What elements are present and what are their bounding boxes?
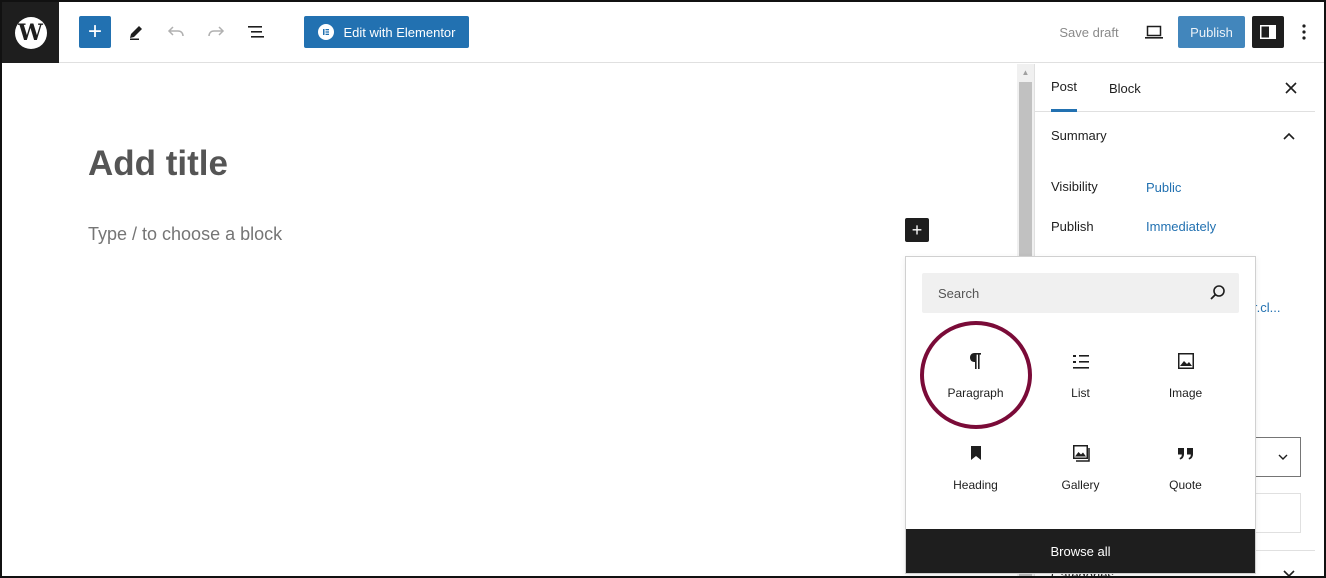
inserter-search-input[interactable] bbox=[922, 273, 1202, 313]
settings-panel-icon bbox=[1260, 25, 1276, 39]
summary-toggle-button[interactable] bbox=[1279, 126, 1299, 146]
block-image[interactable]: Image bbox=[1133, 337, 1238, 417]
quick-inserter-popover: Paragraph List Image bbox=[905, 256, 1256, 574]
edit-with-elementor-label: Edit with Elementor bbox=[343, 24, 456, 40]
block-quote[interactable]: Quote bbox=[1133, 429, 1238, 509]
block-label: Heading bbox=[953, 478, 998, 492]
tab-post[interactable]: Post bbox=[1051, 64, 1078, 112]
undo-button[interactable] bbox=[160, 16, 192, 48]
preview-button[interactable] bbox=[1138, 16, 1170, 48]
edit-with-elementor-button[interactable]: Edit with Elementor bbox=[304, 16, 469, 48]
tools-button[interactable] bbox=[120, 16, 152, 48]
inline-add-block-button[interactable]: + bbox=[905, 218, 929, 242]
list-icon bbox=[1069, 349, 1093, 373]
chevron-up-icon bbox=[1283, 132, 1295, 140]
more-options-button[interactable] bbox=[1292, 16, 1316, 48]
search-icon bbox=[1210, 285, 1225, 300]
quote-icon bbox=[1174, 441, 1198, 465]
block-placeholder[interactable]: Type / to choose a block bbox=[88, 224, 282, 245]
block-label: List bbox=[1071, 386, 1090, 400]
paragraph-icon bbox=[964, 349, 988, 373]
tab-block[interactable]: Block bbox=[1109, 64, 1141, 112]
wordpress-logo-icon: W bbox=[14, 16, 47, 49]
publish-label: Publish bbox=[1051, 219, 1094, 234]
browse-all-button[interactable]: Browse all bbox=[906, 529, 1255, 573]
block-heading[interactable]: Heading bbox=[923, 429, 1028, 509]
visibility-value-link[interactable]: Public bbox=[1146, 180, 1181, 195]
list-view-icon bbox=[248, 26, 264, 38]
list-view-button[interactable] bbox=[240, 16, 272, 48]
add-block-button[interactable]: + bbox=[79, 16, 111, 48]
block-label: Gallery bbox=[1061, 478, 1100, 492]
top-toolbar: W + Edit with Elementor Save draft Publi… bbox=[2, 2, 1324, 63]
more-vertical-icon bbox=[1302, 24, 1306, 40]
save-draft-button[interactable]: Save draft bbox=[1054, 16, 1124, 48]
summary-panel-title[interactable]: Summary bbox=[1051, 128, 1107, 143]
block-label: Paragraph bbox=[947, 386, 1004, 400]
block-label: Quote bbox=[1169, 478, 1202, 492]
editor-window: W + Edit with Elementor Save draft Publi… bbox=[0, 0, 1326, 578]
scroll-up-arrow-icon[interactable]: ▲ bbox=[1017, 64, 1034, 81]
block-list[interactable]: List bbox=[1028, 337, 1133, 417]
block-label: Image bbox=[1168, 386, 1203, 400]
block-gallery[interactable]: Gallery bbox=[1028, 429, 1133, 509]
settings-toggle-button[interactable] bbox=[1252, 16, 1284, 48]
undo-icon bbox=[167, 26, 184, 37]
post-url-link[interactable]: r.cl... bbox=[1253, 300, 1280, 315]
wordpress-logo-button[interactable]: W bbox=[2, 2, 59, 63]
post-title-field[interactable]: Add title bbox=[88, 144, 228, 184]
chevron-down-icon bbox=[1283, 570, 1295, 576]
elementor-icon bbox=[317, 24, 334, 40]
laptop-preview-icon bbox=[1145, 25, 1163, 39]
chevron-down-icon bbox=[1278, 454, 1288, 460]
categories-toggle-button[interactable] bbox=[1279, 564, 1299, 576]
image-icon bbox=[1174, 349, 1198, 373]
redo-button[interactable] bbox=[200, 16, 232, 48]
redo-icon bbox=[208, 26, 225, 37]
publish-button[interactable]: Publish bbox=[1178, 16, 1245, 48]
block-paragraph[interactable]: Paragraph bbox=[923, 337, 1028, 417]
sidebar-tabs: Post Block bbox=[1035, 64, 1315, 112]
gallery-icon bbox=[1069, 441, 1093, 465]
inserter-search bbox=[922, 273, 1239, 313]
close-sidebar-button[interactable] bbox=[1279, 76, 1303, 100]
close-icon bbox=[1285, 82, 1297, 94]
pencil-icon bbox=[130, 26, 142, 40]
publish-date-link[interactable]: Immediately bbox=[1146, 219, 1216, 234]
heading-bookmark-icon bbox=[964, 441, 988, 465]
visibility-label: Visibility bbox=[1051, 179, 1098, 194]
